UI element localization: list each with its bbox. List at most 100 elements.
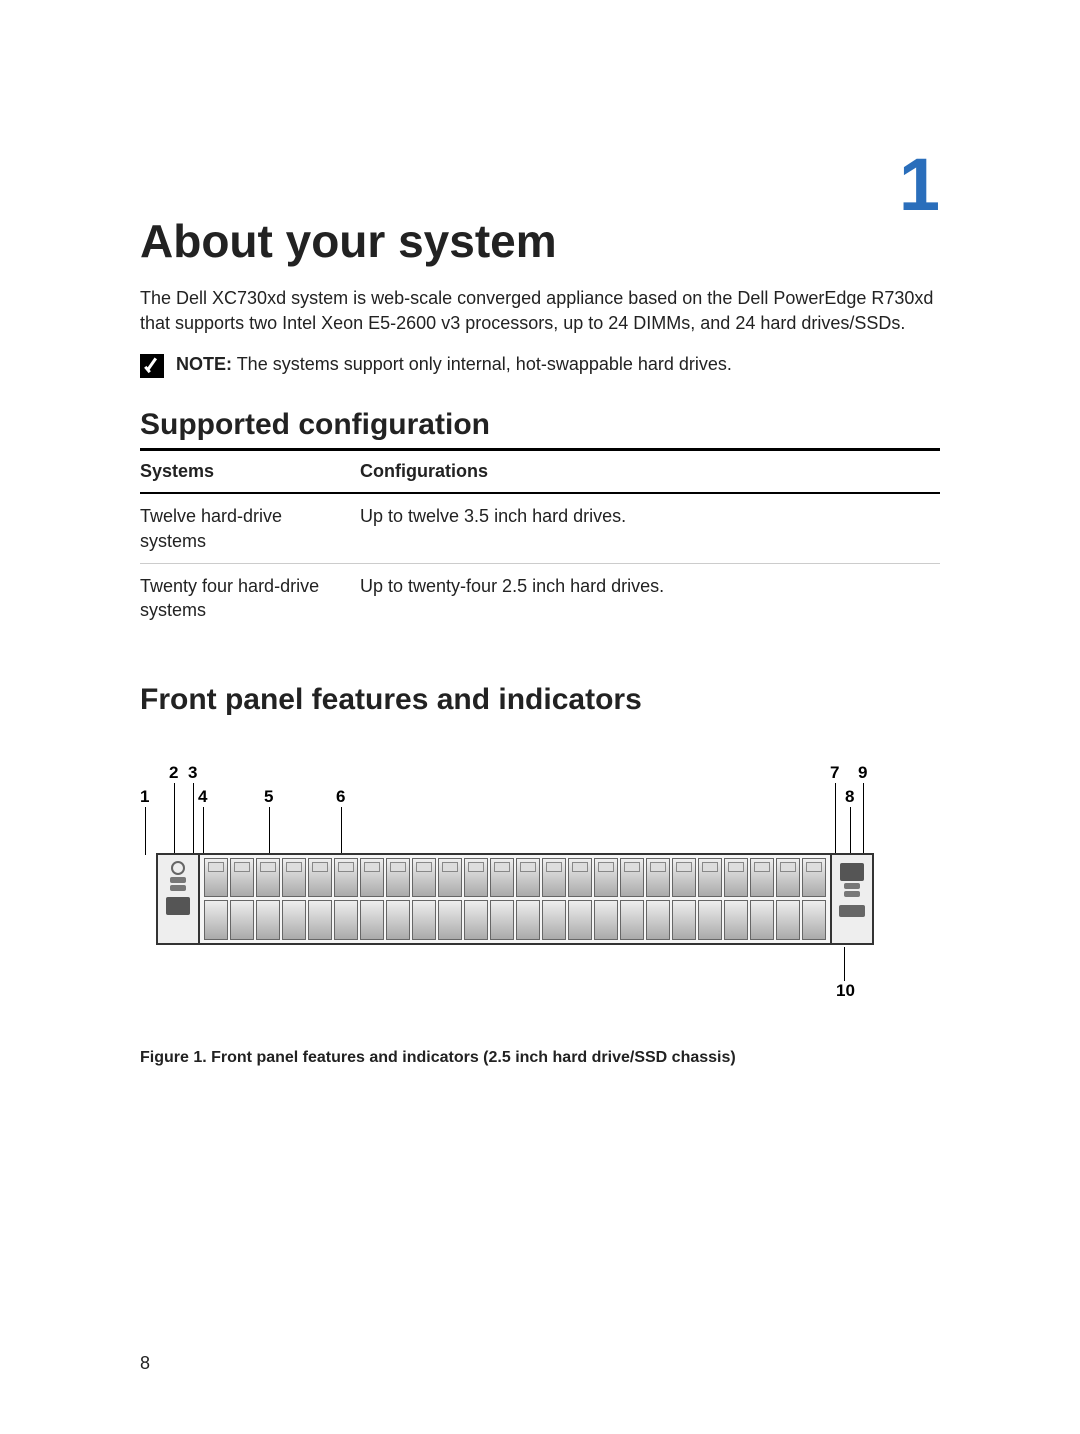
drive-bay: [230, 900, 254, 940]
front-panel-figure: 1 2 3 4 5 6 7 8 9 10: [140, 753, 880, 1023]
callout-9: 9: [858, 763, 867, 783]
drive-bay: [204, 858, 228, 898]
drive-bay: [308, 900, 332, 940]
led-indicator: [170, 877, 186, 883]
callout-10: 10: [836, 981, 855, 1001]
drive-bay: [568, 858, 592, 898]
drive-bay: [438, 900, 462, 940]
chapter-number: 1: [899, 148, 940, 222]
drive-bay: [360, 858, 384, 898]
drive-bay: [490, 858, 514, 898]
leader-line: [269, 807, 270, 855]
table-header-configs: Configurations: [360, 450, 940, 494]
drive-bay: [490, 900, 514, 940]
callout-8: 8: [845, 787, 854, 807]
note-icon: [140, 354, 164, 378]
leader-line: [145, 807, 146, 855]
vga-port-icon: [839, 905, 865, 917]
drive-bay: [750, 900, 774, 940]
page-number: 8: [140, 1353, 150, 1374]
drive-bay: [412, 900, 436, 940]
drive-bay: [464, 900, 488, 940]
drive-bay: [698, 900, 722, 940]
drive-bay: [516, 858, 540, 898]
callout-7: 7: [830, 763, 839, 783]
intro-paragraph: The Dell XC730xd system is web-scale con…: [140, 286, 940, 336]
drive-bay: [256, 858, 280, 898]
config-table: Systems Configurations Twelve hard-drive…: [140, 448, 940, 632]
table-header-row: Systems Configurations: [140, 450, 940, 494]
led-indicator: [170, 885, 186, 891]
drive-bay: [646, 858, 670, 898]
figure-caption: Figure 1. Front panel features and indic…: [140, 1049, 940, 1067]
callout-2: 2: [169, 763, 178, 783]
leader-line: [844, 947, 845, 981]
drive-bay: [620, 900, 644, 940]
drive-bay: [256, 900, 280, 940]
drive-bays: [200, 855, 830, 943]
drive-bay: [672, 900, 696, 940]
drive-bay: [542, 900, 566, 940]
drive-bay: [516, 900, 540, 940]
drive-bay: [594, 858, 618, 898]
usb-ports-icon: [166, 897, 190, 915]
drive-bay: [802, 900, 826, 940]
callout-6: 6: [336, 787, 345, 807]
drive-bay: [230, 858, 254, 898]
led-indicator: [844, 891, 860, 897]
callout-1: 1: [140, 787, 149, 807]
led-indicator: [844, 883, 860, 889]
drive-bay: [750, 858, 774, 898]
table-cell-system: Twelve hard-drive systems: [140, 493, 360, 563]
drive-bay: [386, 858, 410, 898]
leader-line: [863, 783, 864, 855]
drive-bay: [568, 900, 592, 940]
leader-line: [174, 783, 175, 855]
drive-bay: [438, 858, 462, 898]
section-heading-supported: Supported configuration: [140, 408, 940, 442]
table-cell-config: Up to twenty-four 2.5 inch hard drives.: [360, 563, 940, 632]
drive-bay: [620, 858, 644, 898]
drive-bay: [776, 900, 800, 940]
note-block: NOTE: The systems support only internal,…: [140, 352, 940, 378]
drive-bay: [360, 900, 384, 940]
server-chassis: [156, 853, 874, 945]
drive-bay: [464, 858, 488, 898]
drive-bay: [282, 900, 306, 940]
table-row: Twelve hard-drive systems Up to twelve 3…: [140, 493, 940, 563]
left-ear-panel: [158, 855, 200, 943]
note-label: NOTE:: [176, 354, 232, 374]
document-page: 1 About your system The Dell XC730xd sys…: [0, 0, 1080, 1434]
note-text: NOTE: The systems support only internal,…: [176, 352, 732, 377]
drive-bay: [334, 900, 358, 940]
drive-bay: [776, 858, 800, 898]
page-title: About your system: [140, 214, 940, 268]
drive-bay: [802, 858, 826, 898]
table-cell-config: Up to twelve 3.5 inch hard drives.: [360, 493, 940, 563]
bay-row: [204, 858, 826, 898]
section-heading-front: Front panel features and indicators: [140, 683, 940, 717]
drive-bay: [672, 858, 696, 898]
power-button-icon: [171, 861, 185, 875]
callout-4: 4: [198, 787, 207, 807]
bay-row-lower: [204, 900, 826, 940]
leader-line: [850, 807, 851, 855]
callout-5: 5: [264, 787, 273, 807]
leader-line: [835, 783, 836, 855]
right-ear-panel: [830, 855, 872, 943]
callout-3: 3: [188, 763, 197, 783]
drive-bay: [204, 900, 228, 940]
figure-wrap: 1 2 3 4 5 6 7 8 9 10: [140, 753, 940, 1067]
drive-bay: [386, 900, 410, 940]
drive-bay: [282, 858, 306, 898]
drive-bay: [334, 858, 358, 898]
drive-bay: [412, 858, 436, 898]
table-cell-system: Twenty four hard-drive systems: [140, 563, 360, 632]
table-row: Twenty four hard-drive systems Up to twe…: [140, 563, 940, 632]
usb-ports-icon: [840, 863, 864, 881]
drive-bay: [724, 858, 748, 898]
leader-line: [193, 783, 194, 855]
leader-line: [203, 807, 204, 855]
drive-bay: [646, 900, 670, 940]
leader-line: [341, 807, 342, 855]
